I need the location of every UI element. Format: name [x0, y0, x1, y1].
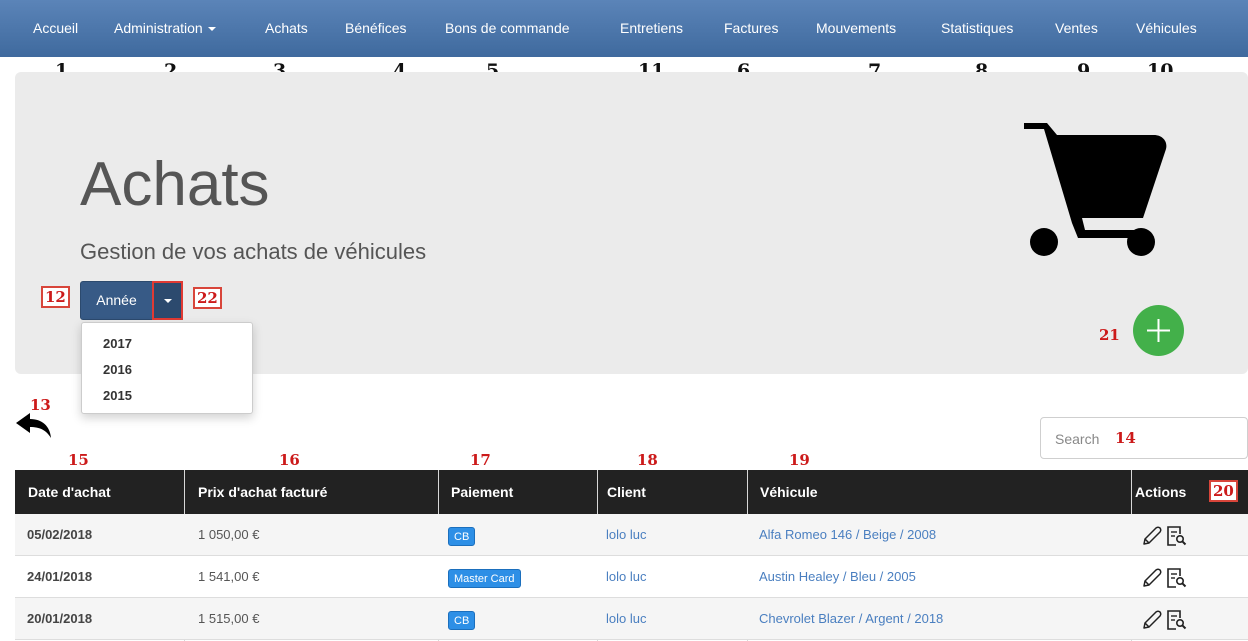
- plus-icon: [1147, 319, 1170, 342]
- purchase-date: 05/02/2018: [27, 527, 93, 542]
- back-arrow-icon[interactable]: [14, 411, 52, 439]
- annotation-15: 15: [68, 451, 89, 469]
- year-dropdown-menu: 2017 2016 2015: [81, 322, 253, 414]
- nav-vehicules[interactable]: Véhicules: [1136, 0, 1197, 57]
- nav-entretiens[interactable]: Entretiens: [620, 0, 683, 57]
- col-payment[interactable]: Paiement: [451, 470, 513, 514]
- annotation-14: 14: [1115, 429, 1136, 447]
- add-achat-button[interactable]: [1133, 305, 1184, 356]
- caret-down-icon: [164, 299, 172, 303]
- col-price[interactable]: Prix d'achat facturé: [198, 470, 327, 514]
- annotation-21: 21: [1099, 326, 1120, 344]
- annotation-18: 18: [637, 451, 658, 469]
- magnify-doc-icon[interactable]: [1165, 525, 1187, 547]
- annotation-12: 12: [41, 286, 70, 308]
- annotation-17: 17: [470, 451, 491, 469]
- search-placeholder: Search: [1055, 431, 1100, 447]
- payment-badge: Master Card: [448, 569, 521, 588]
- nav-administration-label: Administration: [114, 20, 203, 36]
- pencil-icon[interactable]: [1141, 525, 1163, 547]
- purchase-price: 1 050,00 €: [198, 527, 260, 542]
- vehicle-link[interactable]: Chevrolet Blazer / Argent / 2018: [759, 598, 943, 640]
- caret-down-icon: [207, 27, 216, 32]
- nav-accueil[interactable]: Accueil: [33, 0, 78, 57]
- client-link[interactable]: lolo luc: [606, 514, 646, 556]
- annotation-22: 22: [193, 287, 222, 309]
- vehicle-link[interactable]: Alfa Romeo 146 / Beige / 2008: [759, 514, 936, 556]
- nav-ventes[interactable]: Ventes: [1055, 0, 1098, 57]
- purchase-date: 20/01/2018: [27, 611, 93, 626]
- pencil-icon[interactable]: [1141, 567, 1163, 589]
- nav-benefices[interactable]: Bénéfices: [345, 0, 406, 57]
- purchase-date: 24/01/2018: [27, 569, 93, 584]
- vehicle-link[interactable]: Austin Healey / Bleu / 2005: [759, 556, 916, 598]
- magnify-doc-icon[interactable]: [1165, 567, 1187, 589]
- payment-badge: CB: [448, 527, 476, 546]
- page: Accueil Administration Achats Bénéfices …: [0, 0, 1248, 641]
- year-option[interactable]: 2015: [103, 388, 132, 404]
- annotation-20: 20: [1209, 480, 1238, 502]
- cart-icon: [1024, 123, 1167, 256]
- table-row: 05/02/2018 1 050,00 € CB lolo luc Alfa R…: [15, 514, 1248, 556]
- year-option[interactable]: 2017: [103, 336, 132, 352]
- annotation-16: 16: [279, 451, 300, 469]
- client-link[interactable]: lolo luc: [606, 556, 646, 598]
- magnify-doc-icon[interactable]: [1165, 609, 1187, 631]
- col-date[interactable]: Date d'achat: [28, 470, 111, 514]
- page-title: Achats: [80, 150, 270, 219]
- search-input[interactable]: Search 14: [1040, 417, 1248, 459]
- annee-dropdown-toggle[interactable]: [152, 281, 183, 320]
- purchase-price: 1 541,00 €: [198, 569, 260, 584]
- table-row: 20/01/2018 1 515,00 € CB lolo luc Chevro…: [15, 598, 1248, 640]
- col-vehicle[interactable]: Véhicule: [760, 470, 818, 514]
- nav-mouvements[interactable]: Mouvements: [816, 0, 896, 57]
- nav-statistiques[interactable]: Statistiques: [941, 0, 1013, 57]
- table-header: Date d'achat Prix d'achat facturé Paieme…: [15, 470, 1248, 514]
- nav-factures[interactable]: Factures: [724, 0, 778, 57]
- top-navbar: Accueil Administration Achats Bénéfices …: [0, 0, 1248, 57]
- col-actions[interactable]: Actions: [1135, 470, 1186, 514]
- annotation-19: 19: [789, 451, 810, 469]
- col-client[interactable]: Client: [607, 470, 646, 514]
- year-option[interactable]: 2016: [103, 362, 132, 378]
- client-link[interactable]: lolo luc: [606, 598, 646, 640]
- nav-bons-de-commande[interactable]: Bons de commande: [445, 0, 570, 57]
- nav-administration[interactable]: Administration: [114, 0, 216, 57]
- table-row: 24/01/2018 1 541,00 € Master Card lolo l…: [15, 556, 1248, 598]
- payment-badge: CB: [448, 611, 476, 630]
- page-subtitle: Gestion de vos achats de véhicules: [80, 239, 427, 264]
- pencil-icon[interactable]: [1141, 609, 1163, 631]
- purchase-price: 1 515,00 €: [198, 611, 260, 626]
- annee-button[interactable]: Année: [80, 281, 153, 320]
- nav-achats[interactable]: Achats: [265, 0, 308, 57]
